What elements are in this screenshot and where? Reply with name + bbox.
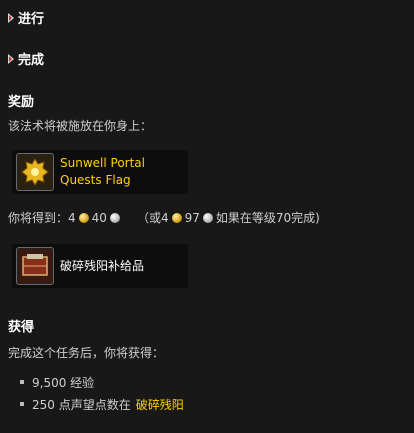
spell-cast-text: 该法术将被施放在你身上： <box>8 119 153 133</box>
alt-money-prefix: （或4 <box>136 211 169 225</box>
alt-money-suffix: 如果在等级70完成) <box>215 211 320 225</box>
bullet-icon <box>20 402 24 406</box>
gold-coin-icon <box>171 212 182 223</box>
list-item: 9,500 经验 <box>8 371 184 393</box>
silver-coin-icon <box>109 212 120 223</box>
spell-reward-name[interactable]: Sunwell Portal Quests Flag <box>60 155 145 189</box>
experience-gain: 9,500 经验 <box>32 375 95 390</box>
rewards-heading: 奖励 <box>8 95 35 110</box>
silver-amount: 40 <box>91 210 107 225</box>
reputation-prefix: 250 点声望点数在 <box>32 397 131 412</box>
item-reward-box[interactable]: 破碎残阳补给品 <box>12 244 188 288</box>
section-complete-label: 完成 <box>18 53 45 68</box>
supply-box-icon <box>16 247 54 285</box>
gains-heading: 获得 <box>8 320 35 335</box>
list-item: 250 点声望点数在 破碎残阳 <box>8 393 184 415</box>
gold-coin-icon <box>78 212 89 223</box>
section-progress-toggle[interactable]: 进行 <box>8 8 44 27</box>
gains-list: 9,500 经验 250 点声望点数在 破碎残阳 <box>8 371 184 415</box>
expand-triangle-icon <box>8 12 14 23</box>
gains-intro-text: 完成这个任务后，你将获得： <box>8 346 165 360</box>
gold-gear-icon <box>16 153 54 191</box>
receive-label: 你将得到： <box>8 211 69 225</box>
faction-link[interactable]: 破碎残阳 <box>136 396 184 413</box>
money-reward-line: 你将得到： 4 40 （或4 97 如果在等级70完成) <box>8 209 320 226</box>
alt-silver-amount: 97 <box>184 210 200 225</box>
bullet-icon <box>20 380 24 384</box>
spell-reward-box[interactable]: Sunwell Portal Quests Flag <box>12 150 188 194</box>
item-reward-name[interactable]: 破碎残阳补给品 <box>60 258 144 275</box>
section-complete-toggle[interactable]: 完成 <box>8 49 44 68</box>
silver-coin-icon <box>202 212 213 223</box>
expand-triangle-icon <box>8 53 14 64</box>
gold-amount: 4 <box>68 210 76 225</box>
section-progress-label: 进行 <box>18 12 45 27</box>
